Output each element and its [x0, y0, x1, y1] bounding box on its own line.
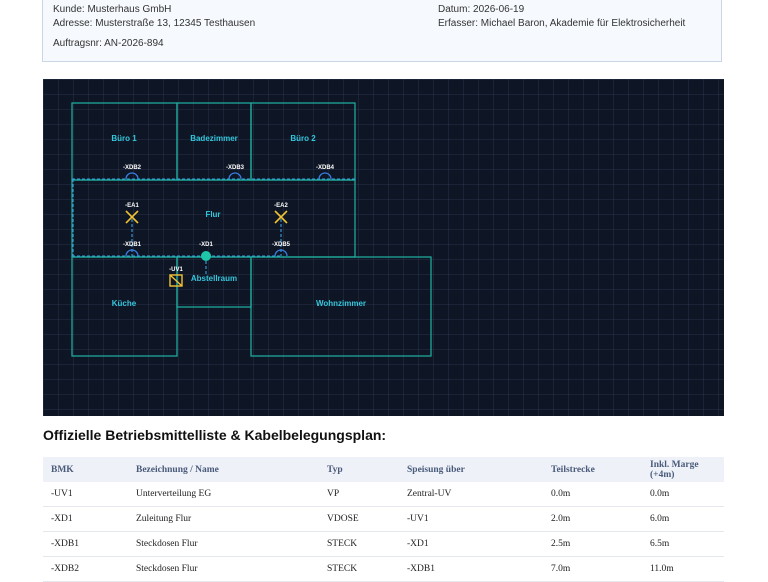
room-label-kueche: Küche — [112, 299, 137, 308]
column-header-name: Bezeichnung / Name — [128, 457, 319, 482]
cell-margin: 11.0m — [642, 556, 724, 582]
column-header-supply: Speisung über — [399, 457, 543, 482]
date-label: Datum: 2026-06-19 — [438, 4, 525, 15]
device-label-xdb1: -XDB1 — [123, 242, 142, 248]
table-row: -UV1 Unterverteilung EG VP Zentral-UV 0.… — [43, 482, 724, 507]
device-label-xdb5: -XDB5 — [272, 242, 291, 248]
room-label-bad: Badezimmer — [190, 134, 238, 143]
socket-xdb2-icon — [125, 172, 139, 180]
room-label-abstell: Abstellraum — [191, 274, 237, 283]
cell-type: STECK — [319, 556, 399, 582]
column-header-type: Typ — [319, 457, 399, 482]
column-header-bmk: BMK — [43, 457, 128, 482]
customer-label: Kunde: Musterhaus GmbH — [53, 4, 172, 15]
junction-box-xd1-icon — [201, 251, 211, 261]
distribution-board-uv1-icon — [169, 274, 183, 287]
cell-segment: 2.0m — [543, 506, 642, 532]
equipment-cable-table: BMK Bezeichnung / Name Typ Speisung über… — [43, 457, 724, 582]
room-label-buero2: Büro 2 — [290, 134, 316, 143]
room-label-wohn: Wohnzimmer — [316, 299, 366, 308]
cell-bmk: -XD1 — [43, 506, 128, 532]
room-label-flur: Flur — [205, 210, 220, 219]
table-row: -XD1 Zuleitung Flur VDOSE -UV1 2.0m 6.0m — [43, 506, 724, 532]
equipment-list-title: Offizielle Betriebsmittelliste & Kabelbe… — [43, 427, 387, 443]
socket-xdb3-icon — [228, 172, 242, 180]
cell-supply: -UV1 — [399, 506, 543, 532]
cell-bmk: -XDB1 — [43, 531, 128, 557]
cell-name: Steckdosen Flur — [128, 556, 319, 582]
address-label: Adresse: Musterstraße 13, 12345 Testhaus… — [53, 18, 256, 29]
table-row: -XDB1 Steckdosen Flur STECK -XD1 2.5m 6.… — [43, 531, 724, 557]
cell-bmk: -XDB2 — [43, 556, 128, 582]
cell-supply: -XD1 — [399, 531, 543, 557]
cell-segment: 2.5m — [543, 531, 642, 557]
table-row: -XDB2 Steckdosen Flur STECK -XDB1 7.0m 1… — [43, 556, 724, 582]
cell-supply: -XDB1 — [399, 556, 543, 582]
table-header-row: BMK Bezeichnung / Name Typ Speisung über… — [43, 457, 724, 482]
cell-bmk: -UV1 — [43, 482, 128, 507]
socket-xdb4-icon — [318, 172, 332, 180]
cell-name: Unterverteilung EG — [128, 482, 319, 507]
cell-name: Steckdosen Flur — [128, 531, 319, 557]
cell-segment: 7.0m — [543, 556, 642, 582]
device-label-xd1: -XD1 — [199, 242, 213, 248]
floor-plan-drawing: Büro 1 Badezimmer Büro 2 Flur Abstellrau… — [71, 102, 432, 357]
device-label-uv1: -UV1 — [169, 267, 183, 273]
floor-plan: Büro 1 Badezimmer Büro 2 Flur Abstellrau… — [43, 79, 724, 416]
cell-margin: 0.0m — [642, 482, 724, 507]
cell-margin: 6.0m — [642, 506, 724, 532]
cell-type: VDOSE — [319, 506, 399, 532]
cell-type: STECK — [319, 531, 399, 557]
room-label-buero1: Büro 1 — [111, 134, 137, 143]
column-header-margin: Inkl. Marge (+4m) — [642, 457, 724, 482]
device-label-xdb4: -XDB4 — [316, 165, 335, 171]
device-label-ea1: -EA1 — [125, 203, 139, 209]
author-label: Erfasser: Michael Baron, Akademie für El… — [438, 18, 686, 29]
device-label-xdb3: -XDB3 — [226, 165, 245, 171]
order-number-label: Auftragsnr: AN-2026-894 — [53, 38, 164, 49]
cell-type: VP — [319, 482, 399, 507]
device-label-ea2: -EA2 — [274, 203, 288, 209]
cell-margin: 6.5m — [642, 531, 724, 557]
cell-segment: 0.0m — [543, 482, 642, 507]
cell-name: Zuleitung Flur — [128, 506, 319, 532]
cell-supply: Zentral-UV — [399, 482, 543, 507]
device-label-xdb2: -XDB2 — [123, 165, 142, 171]
column-header-segment: Teilstrecke — [543, 457, 642, 482]
